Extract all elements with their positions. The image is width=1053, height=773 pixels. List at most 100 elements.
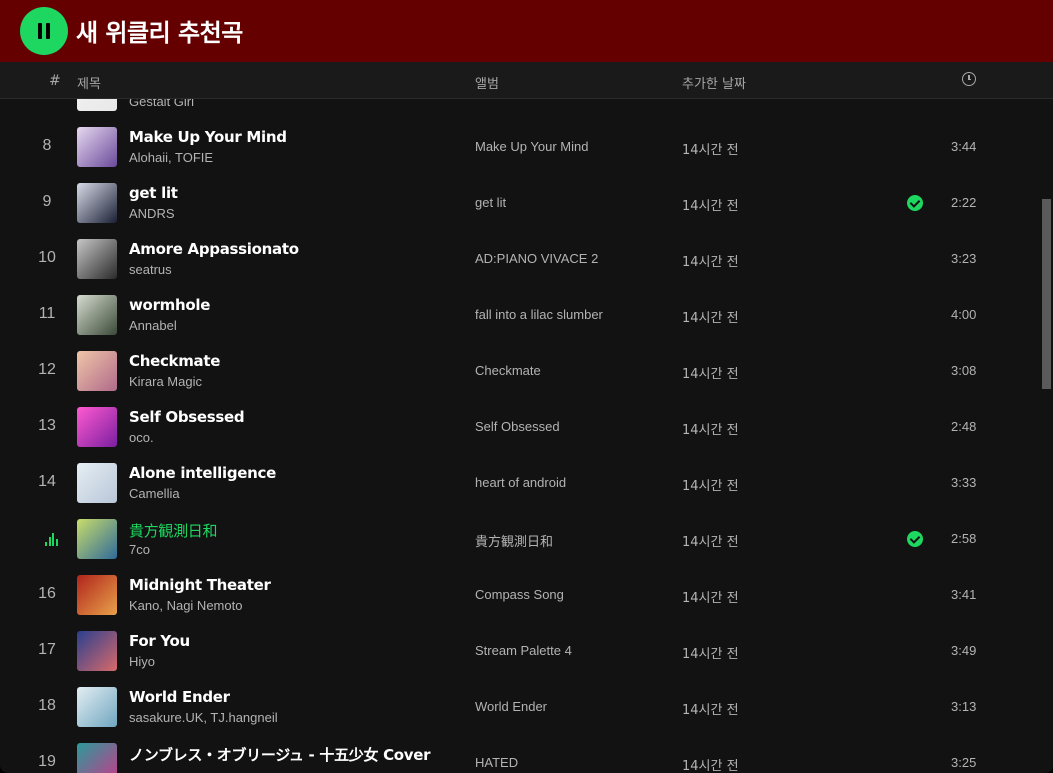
- track-album[interactable]: HATED: [475, 755, 518, 770]
- track-date-added: 14시간 전: [682, 479, 739, 494]
- column-number: #: [49, 73, 61, 89]
- track-artist[interactable]: Gestalt Girl: [129, 99, 194, 109]
- track-title[interactable]: Checkmate: [129, 352, 220, 370]
- pause-button[interactable]: [20, 7, 68, 55]
- track-title[interactable]: Make Up Your Mind: [129, 128, 287, 146]
- track-album[interactable]: 貴方観測日和: [475, 531, 553, 550]
- track-title[interactable]: Self Obsessed: [129, 408, 245, 426]
- track-title[interactable]: World Ender: [129, 688, 230, 706]
- track-title[interactable]: wormhole: [129, 296, 210, 314]
- column-title[interactable]: 제목: [77, 73, 101, 92]
- track-duration: 2:58: [951, 531, 977, 546]
- track-album[interactable]: get lit: [475, 195, 506, 210]
- scrollbar[interactable]: [1040, 99, 1053, 773]
- track-album[interactable]: fall into a lilac slumber: [475, 307, 603, 322]
- album-cover: [77, 463, 117, 503]
- album-cover: [77, 575, 117, 615]
- track-artist[interactable]: Hiyo: [129, 654, 155, 669]
- album-cover: [77, 99, 117, 111]
- track-duration: 3:41: [951, 587, 977, 602]
- track-row[interactable]: 16 Midnight Theater Kano, Nagi Nemoto Compa…: [0, 567, 1040, 623]
- track-row[interactable]: 10 Amore Appassionato seatrus AD:PIANO VIVA…: [0, 231, 1040, 287]
- album-cover: [77, 351, 117, 391]
- track-duration: 3:23: [951, 251, 977, 266]
- column-date-added[interactable]: 추가한 날짜: [682, 73, 746, 92]
- playlist-sticky-header: 새 위클리 추천곡: [0, 0, 1053, 62]
- track-artist[interactable]: sasakure.UK, TJ.hangneil: [129, 710, 278, 725]
- saved-check-icon[interactable]: [907, 531, 923, 547]
- track-title[interactable]: ノンブレス・オブリージュ - 十五少女 Cover: [129, 744, 431, 765]
- track-row[interactable]: 8 Make Up Your Mind Alohaii, TOFIE Make Up …: [0, 119, 1040, 175]
- track-number: 9: [42, 193, 52, 210]
- track-date-added: 14시간 전: [682, 535, 739, 550]
- track-album[interactable]: Make Up Your Mind: [475, 139, 588, 154]
- track-artist[interactable]: Annabel: [129, 318, 177, 333]
- track-artist[interactable]: Kano, Nagi Nemoto: [129, 598, 242, 613]
- track-date-added: 14시간 전: [682, 311, 739, 326]
- track-number: 10: [38, 249, 56, 266]
- pause-icon: [38, 23, 42, 39]
- track-album[interactable]: World Ender: [475, 699, 547, 714]
- track-number: 14: [38, 473, 56, 490]
- track-number: 16: [38, 585, 56, 602]
- track-date-added: 14시간 전: [682, 759, 739, 773]
- scrollbar-thumb[interactable]: [1042, 199, 1051, 389]
- album-cover: [77, 127, 117, 167]
- track-album[interactable]: AD:PIANO VIVACE 2: [475, 251, 598, 266]
- track-date-added: 14시간 전: [682, 367, 739, 382]
- track-row[interactable]: 18 World Ender sasakure.UK, TJ.hangneil Wor…: [0, 679, 1040, 735]
- track-title[interactable]: Amore Appassionato: [129, 240, 299, 258]
- track-row[interactable]: 19 ノンブレス・オブリージュ - 十五少女 Cover HATED 14시간 전 3:…: [0, 735, 1040, 773]
- now-playing-equalizer-icon: [45, 533, 59, 546]
- track-row[interactable]: 14 Alone intelligence Camellia heart of and…: [0, 455, 1040, 511]
- track-duration: 2:48: [951, 419, 977, 434]
- track-title[interactable]: For You: [129, 632, 190, 650]
- track-duration: 3:13: [951, 699, 977, 714]
- album-cover: [77, 183, 117, 223]
- track-artist[interactable]: oco.: [129, 430, 154, 445]
- track-date-added: 14시간 전: [682, 591, 739, 606]
- track-artist[interactable]: Alohaii, TOFIE: [129, 150, 213, 165]
- track-duration: 3:25: [951, 755, 977, 770]
- column-album[interactable]: 앨범: [475, 73, 499, 92]
- clock-icon[interactable]: [962, 72, 976, 86]
- track-date-added: 14시간 전: [682, 143, 739, 158]
- track-row[interactable]: 9 get lit ANDRS get lit 14시간 전 2:22: [0, 175, 1040, 231]
- track-row[interactable]: 12 Checkmate Kirara Magic Checkmate 14시간 전 3:…: [0, 343, 1040, 399]
- track-album[interactable]: Checkmate: [475, 363, 541, 378]
- track-title[interactable]: get lit: [129, 184, 178, 202]
- track-album[interactable]: Compass Song: [475, 587, 564, 602]
- track-artist[interactable]: Camellia: [129, 486, 180, 501]
- track-artist[interactable]: ANDRS: [129, 206, 175, 221]
- track-duration: 2:22: [951, 195, 977, 210]
- pause-icon-bar: [46, 23, 50, 39]
- album-cover: [77, 239, 117, 279]
- track-album[interactable]: heart of android: [475, 475, 566, 490]
- track-row[interactable]: 11 wormhole Annabel fall into a lilac slumb…: [0, 287, 1040, 343]
- track-row[interactable]: Gestalt Girl: [0, 99, 1040, 119]
- track-row[interactable]: 13 Self Obsessed oco. Self Obsessed 14시간 전 2:…: [0, 399, 1040, 455]
- saved-check-icon[interactable]: [907, 195, 923, 211]
- track-album[interactable]: Stream Palette 4: [475, 643, 572, 658]
- album-cover: [77, 631, 117, 671]
- track-date-added: 14시간 전: [682, 703, 739, 718]
- track-album[interactable]: Self Obsessed: [475, 419, 560, 434]
- track-artist[interactable]: 7co: [129, 542, 150, 557]
- album-cover: [77, 295, 117, 335]
- track-row[interactable]: 貴方観測日和 7co 貴方観測日和 14시간 전 2:58: [0, 511, 1040, 567]
- track-row[interactable]: 17 For You Hiyo Stream Palette 4 14시간 전 3:49: [0, 623, 1040, 679]
- track-date-added: 14시간 전: [682, 423, 739, 438]
- track-title[interactable]: Alone intelligence: [129, 464, 276, 482]
- track-artist[interactable]: Kirara Magic: [129, 374, 202, 389]
- album-cover: [77, 687, 117, 727]
- track-title[interactable]: 貴方観測日和: [129, 520, 218, 541]
- playlist-view: 새 위클리 추천곡 # 제목 앨범 추가한 날짜 Gestalt Girl 8 Ma…: [0, 0, 1053, 773]
- track-duration: 3:49: [951, 643, 977, 658]
- track-date-added: 14시간 전: [682, 647, 739, 662]
- track-title[interactable]: Midnight Theater: [129, 576, 271, 594]
- track-number: 11: [38, 305, 56, 322]
- track-artist[interactable]: seatrus: [129, 262, 172, 277]
- track-date-added: 14시간 전: [682, 199, 739, 214]
- track-number: 13: [38, 417, 56, 434]
- album-cover: [77, 407, 117, 447]
